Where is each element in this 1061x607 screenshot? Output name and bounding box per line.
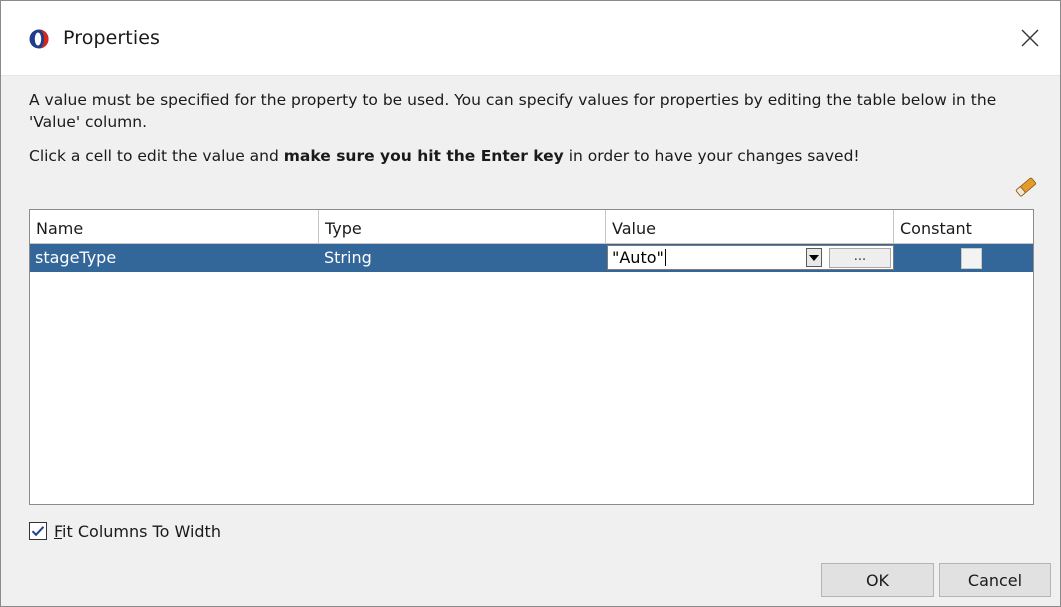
column-header-value[interactable]: Value — [606, 210, 894, 243]
value-text: "Auto" — [612, 248, 664, 267]
title-bar: Properties — [1, 1, 1060, 76]
dropdown-arrow-icon — [809, 254, 819, 261]
fit-columns-option[interactable]: Fit Columns To Width — [29, 519, 221, 543]
eraser-icon[interactable] — [1013, 176, 1039, 198]
cancel-button[interactable]: Cancel — [939, 563, 1051, 597]
instruction-emphasis: make sure you hit the Enter key — [283, 147, 564, 165]
cell-name[interactable]: stageType — [30, 244, 319, 272]
cell-type[interactable]: String — [319, 244, 606, 272]
text-caret — [664, 249, 666, 266]
properties-table: Name Type Value Constant stageType Strin… — [29, 209, 1034, 505]
fit-columns-checkbox[interactable] — [29, 522, 47, 540]
value-input[interactable]: "Auto" — [610, 247, 804, 268]
close-icon — [1021, 29, 1039, 47]
checkmark-icon — [31, 526, 45, 537]
fit-columns-label-rest: it Columns To Width — [62, 521, 221, 541]
instruction-suffix: in order to have your changes saved! — [563, 147, 860, 165]
instruction-text: A value must be specified for the proper… — [29, 91, 997, 131]
ok-button[interactable]: OK — [821, 563, 934, 597]
table-header: Name Type Value Constant — [30, 210, 1033, 244]
column-header-type[interactable]: Type — [319, 210, 606, 243]
instruction-prefix: Click a cell to edit the value and — [29, 147, 284, 165]
value-cell-editor[interactable]: "Auto" ... — [607, 245, 894, 270]
column-header-name[interactable]: Name — [30, 210, 319, 243]
fit-columns-mnemonic: F — [54, 521, 63, 541]
value-ellipsis-button[interactable]: ... — [829, 248, 891, 268]
enter-key-instruction: Click a cell to edit the value and make … — [29, 145, 1039, 167]
window-title: Properties — [63, 27, 161, 49]
app-logo-icon — [29, 29, 49, 49]
value-dropdown-button[interactable] — [806, 248, 822, 267]
fit-columns-label[interactable]: Fit Columns To Width — [54, 522, 221, 541]
constant-checkbox[interactable] — [961, 248, 982, 269]
properties-dialog: Properties A value must be specified for… — [0, 0, 1061, 607]
column-header-constant[interactable]: Constant — [894, 210, 1033, 243]
close-button[interactable] — [1013, 21, 1047, 55]
